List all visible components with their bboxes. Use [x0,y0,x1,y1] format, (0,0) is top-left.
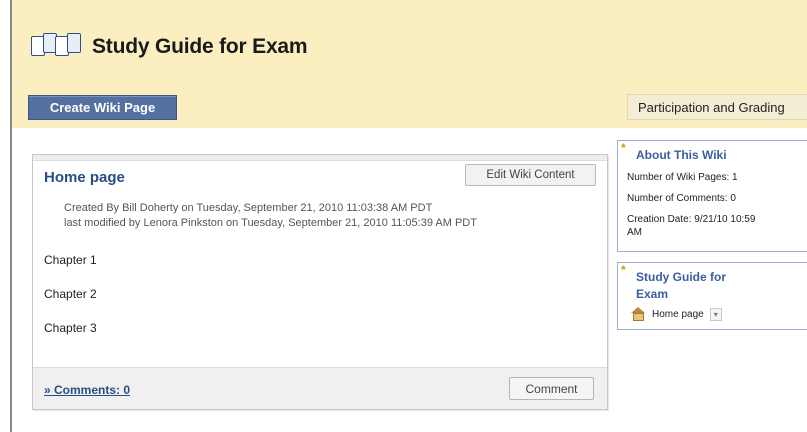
corner-mark-icon: * [621,141,626,155]
creation-date-line1: Creation Date: 9/21/10 10:59 [627,214,756,225]
modified-by-line: last modified by Lenora Pinkston on Tues… [64,217,477,229]
wiki-page-title: Home page [44,169,125,186]
corner-mark-icon: * [621,263,626,277]
chapter-item: Chapter 3 [44,321,97,335]
card-top-bar [33,155,607,161]
wiki-pages-icon [30,30,84,64]
comment-count: Number of Comments: 0 [627,193,736,204]
chevron-down-icon[interactable]: ▾ [709,307,722,321]
card-footer: » Comments: 0 Comment [33,367,607,409]
study-guide-nav-title-line1: Study Guide for [636,270,726,284]
page-metadata: Created By Bill Doherty on Tuesday, Sept… [64,201,477,231]
creation-date: Creation Date: 9/21/10 10:59 AM [627,213,797,239]
about-this-wiki-box: * About This Wiki Number of Wiki Pages: … [617,140,807,252]
nav-item-label: Home page [652,308,704,320]
home-icon [631,307,646,321]
nav-item-home-page[interactable]: Home page ▾ [631,307,722,321]
study-guide-nav-box: * Study Guide for Exam Home page ▾ [617,262,807,330]
comments-link[interactable]: » Comments: 0 [44,383,130,397]
wiki-page-count: Number of Wiki Pages: 1 [627,172,738,183]
wiki-page-card: Home page Edit Wiki Content Created By B… [32,154,608,410]
edit-wiki-content-button[interactable]: Edit Wiki Content [465,164,596,186]
chapter-item: Chapter 2 [44,287,97,301]
study-guide-nav-title[interactable]: Study Guide for Exam [636,269,726,303]
chapter-item: Chapter 1 [44,253,97,267]
creation-date-line2: AM [627,227,642,238]
study-guide-nav-title-line2: Exam [636,287,669,301]
about-details: Number of Wiki Pages: 1 Number of Commen… [627,171,797,239]
comment-button[interactable]: Comment [509,377,594,400]
participation-and-grading-tab[interactable]: Participation and Grading [627,94,807,120]
create-wiki-page-button[interactable]: Create Wiki Page [28,95,177,120]
about-this-wiki-title[interactable]: About This Wiki [636,147,727,164]
title-row: Study Guide for Exam [30,30,308,64]
page-title: Study Guide for Exam [92,35,308,58]
created-by-line: Created By Bill Doherty on Tuesday, Sept… [64,202,433,214]
